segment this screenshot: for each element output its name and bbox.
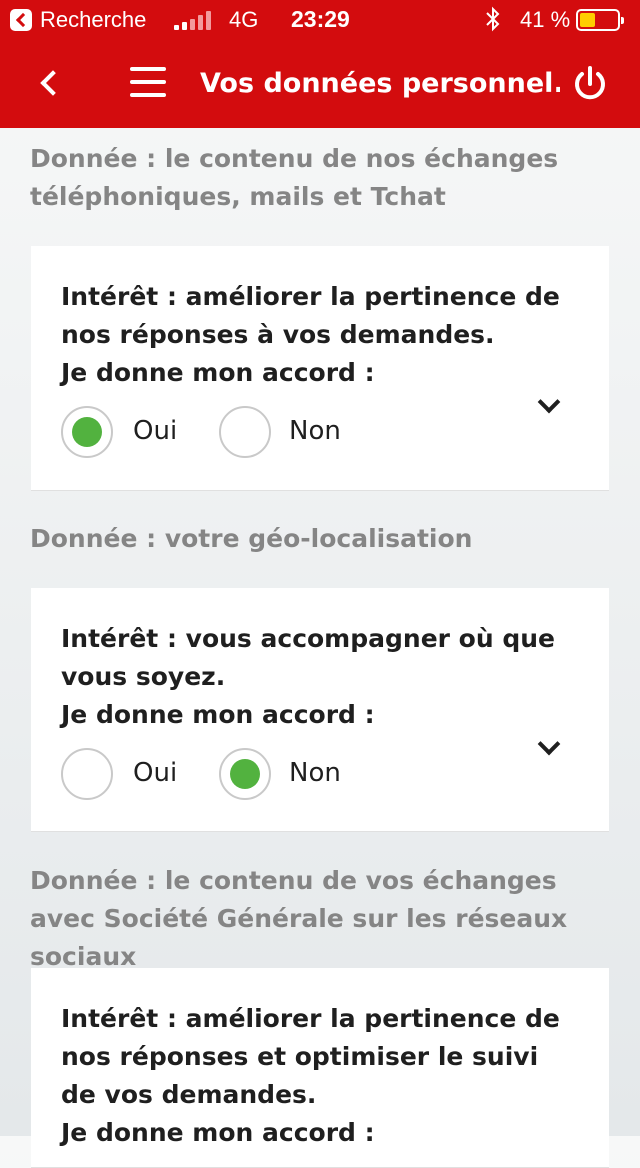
- page-title: Vos données personnel...: [200, 68, 560, 99]
- back-to-app-icon[interactable]: [10, 9, 32, 31]
- radio-non-label[interactable]: Non: [289, 416, 341, 446]
- clock: 23:29: [291, 6, 350, 32]
- radio-non[interactable]: [219, 748, 271, 800]
- consent-label: Je donne mon accord :: [61, 358, 375, 387]
- radio-non[interactable]: [219, 406, 271, 458]
- consent-card[interactable]: Intérêt : améliorer la pertinence de nos…: [31, 968, 609, 1168]
- battery-percent: 41 %: [520, 7, 571, 32]
- section-title: Donnée : le contenu de vos échanges avec…: [30, 866, 568, 971]
- hamburger-menu-icon[interactable]: [130, 67, 166, 97]
- card-text: Intérêt : vous accompagner où que vous s…: [61, 620, 581, 734]
- radio-oui[interactable]: [61, 748, 113, 800]
- signal-strength-icon: [174, 11, 211, 30]
- chevron-left-icon[interactable]: [34, 64, 74, 104]
- network-type: 4G: [229, 7, 259, 32]
- power-icon[interactable]: [570, 64, 610, 104]
- consent-card[interactable]: Intérêt : améliorer la pertinence de nos…: [31, 246, 609, 491]
- consent-card[interactable]: Intérêt : vous accompagner où que vous s…: [31, 588, 609, 832]
- status-bar: Recherche 4G 23:29 41 %: [0, 0, 640, 40]
- card-text: Intérêt : améliorer la pertinence de nos…: [61, 1000, 581, 1152]
- interest-text: Intérêt : améliorer la pertinence de nos…: [61, 1004, 560, 1109]
- section-title: Donnée : le contenu de nos échanges télé…: [30, 144, 559, 211]
- battery-fill: [580, 13, 595, 27]
- radio-oui-label[interactable]: Oui: [133, 416, 177, 446]
- interest-text: Intérêt : vous accompagner où que vous s…: [61, 624, 556, 691]
- battery-icon: [576, 9, 624, 31]
- chevron-down-icon[interactable]: [537, 732, 561, 756]
- interest-text: Intérêt : améliorer la pertinence de nos…: [61, 282, 560, 349]
- radio-non-label[interactable]: Non: [289, 758, 341, 788]
- consent-label: Je donne mon accord :: [61, 700, 375, 729]
- consent-label: Je donne mon accord :: [61, 1118, 375, 1147]
- nav-bar: Vos données personnel...: [0, 40, 640, 128]
- radio-oui-label[interactable]: Oui: [133, 758, 177, 788]
- back-to-app-label[interactable]: Recherche: [40, 7, 146, 33]
- radio-oui[interactable]: [61, 406, 113, 458]
- section-title: Donnée : votre géo-localisation: [30, 524, 473, 553]
- chevron-down-icon[interactable]: [537, 390, 561, 414]
- bluetooth-icon: [486, 6, 500, 38]
- card-text: Intérêt : améliorer la pertinence de nos…: [61, 278, 581, 392]
